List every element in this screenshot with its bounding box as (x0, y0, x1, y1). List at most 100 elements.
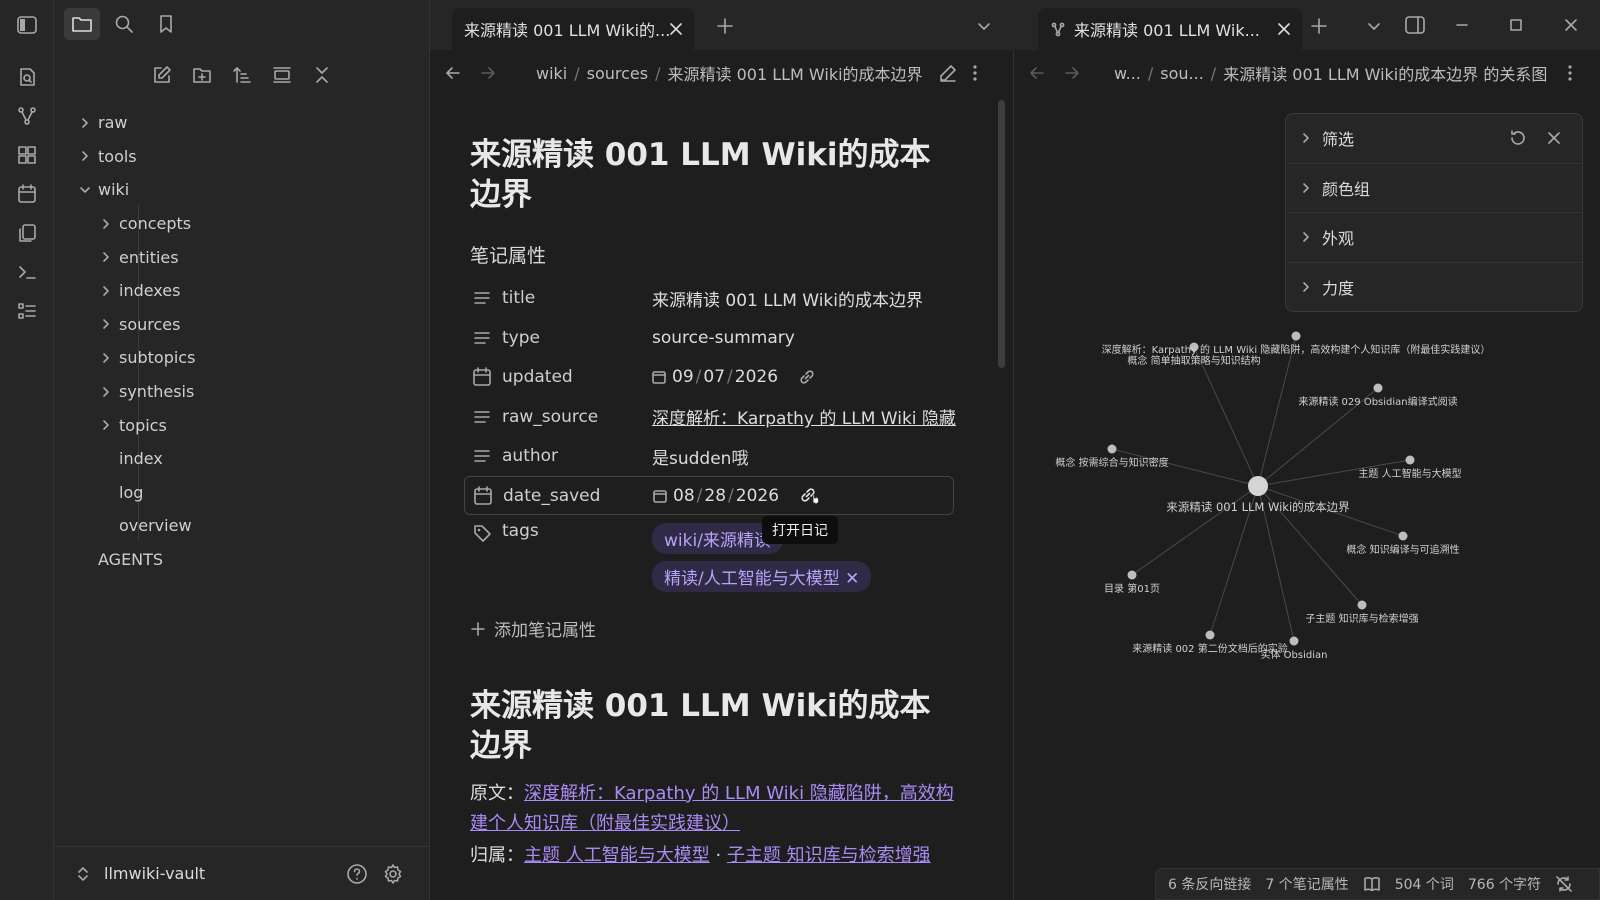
backlinks-count[interactable]: 6 条反向链接 (1168, 874, 1251, 894)
tree-item[interactable]: subtopics (54, 341, 430, 375)
tag-pill[interactable]: 精读/人工智能与大模型 ✕ (652, 561, 872, 593)
sidebar-toggle-icon[interactable] (14, 12, 40, 38)
graph-node[interactable] (1373, 383, 1383, 393)
sync-off-icon[interactable] (1555, 875, 1573, 893)
tree-item[interactable]: index (54, 442, 430, 476)
calendar-icon[interactable] (14, 181, 40, 207)
property-raw-source[interactable]: raw_source 深度解析：Karpathy 的 LLM Wiki 隐藏 (470, 397, 960, 437)
window-minimize-icon[interactable] (1449, 12, 1475, 38)
new-tab-icon[interactable] (1310, 17, 1328, 35)
link-icon[interactable] (798, 368, 816, 386)
tree-item[interactable]: tools (54, 140, 430, 174)
graph-node[interactable] (1405, 455, 1415, 465)
breadcrumb-item[interactable]: 来源精读 001 LLM Wiki的成本边界 的关系图 (1223, 61, 1547, 85)
graph-node[interactable] (1205, 630, 1215, 640)
terminal-icon[interactable] (14, 259, 40, 285)
close-icon[interactable] (1546, 130, 1562, 146)
new-folder-icon[interactable] (189, 62, 215, 88)
tab-close-icon[interactable] (1276, 21, 1292, 37)
open-daily-note-link-icon[interactable] (799, 486, 821, 506)
breadcrumb-item[interactable]: wiki (536, 64, 567, 83)
files-tab-icon[interactable] (64, 8, 100, 40)
topic-link[interactable]: 主题 人工智能与大模型 (524, 845, 710, 866)
property-date-saved[interactable]: date_saved 08/28/2026 (464, 475, 954, 516)
vault-switch-icon[interactable] (76, 865, 90, 883)
subtopic-link[interactable]: 子主题 知识库与检索增强 (727, 845, 931, 866)
property-updated[interactable]: updated 09/07/2026 (470, 357, 960, 397)
body-source-paragraph[interactable]: 原文：深度解析：Karpathy 的 LLM Wiki 隐藏陷阱，高效构建个人知… (470, 779, 960, 839)
tab-local-graph[interactable]: 来源精读 001 LLM Wik... (1038, 8, 1302, 50)
properties-count[interactable]: 7 个笔记属性 (1265, 874, 1348, 894)
tab-list-chevron-down-icon[interactable] (976, 18, 992, 34)
outline-list-icon[interactable] (14, 298, 40, 324)
reading-book-icon[interactable] (1363, 876, 1381, 892)
inline-title[interactable]: 来源精读 001 LLM Wiki的成本边界 (470, 136, 960, 215)
property-title[interactable]: title 来源精读 001 LLM Wiki的成本边界 (470, 278, 960, 318)
property-value-link[interactable]: 深度解析：Karpathy 的 LLM Wiki 隐藏 (652, 404, 956, 429)
new-tab-icon[interactable] (716, 17, 734, 35)
breadcrumb-item[interactable]: 来源精读 001 LLM Wiki的成本边界 (668, 61, 923, 85)
window-maximize-icon[interactable] (1503, 12, 1529, 38)
graph-node[interactable] (1291, 331, 1301, 341)
graph-node[interactable] (1107, 444, 1117, 454)
add-property-button[interactable]: 添加笔记属性 (470, 616, 960, 641)
breadcrumb-item[interactable]: w... (1114, 64, 1141, 83)
graph-control-filter[interactable]: 筛选 (1286, 114, 1582, 164)
search-icon[interactable] (106, 8, 142, 40)
canvas-icon[interactable] (14, 142, 40, 168)
more-options-icon[interactable] (972, 64, 978, 82)
properties-heading[interactable]: 笔记属性 (470, 241, 960, 268)
tree-item[interactable]: raw (54, 106, 430, 140)
tree-item[interactable]: overview (54, 509, 430, 543)
help-icon[interactable] (346, 863, 368, 885)
tag-remove-icon[interactable]: ✕ (845, 569, 859, 589)
property-type[interactable]: type source-summary (470, 318, 960, 358)
reset-icon[interactable] (1508, 128, 1528, 148)
tree-item[interactable]: topics (54, 408, 430, 442)
tree-item[interactable]: wiki (54, 173, 430, 207)
tree-item[interactable]: indexes (54, 274, 430, 308)
tree-item[interactable]: log (54, 476, 430, 510)
nav-forward-icon[interactable] (479, 64, 497, 82)
right-sidebar-toggle-icon[interactable] (1404, 14, 1426, 36)
collapse-all-icon[interactable] (309, 62, 335, 88)
edit-pencil-icon[interactable] (938, 63, 958, 83)
sort-icon[interactable] (229, 62, 255, 88)
tab-close-icon[interactable] (668, 21, 684, 37)
nav-forward-icon[interactable] (1063, 64, 1081, 82)
copy-files-icon[interactable] (14, 220, 40, 246)
property-value-date[interactable]: 08/28/2026 (653, 486, 821, 506)
breadcrumb-item[interactable]: sou... (1160, 64, 1204, 83)
quick-switcher-icon[interactable] (14, 64, 40, 90)
breadcrumb-item[interactable]: sources (587, 64, 648, 83)
tree-item[interactable]: entities (54, 240, 430, 274)
vault-switcher[interactable]: llmwiki-vault (54, 846, 430, 900)
tab-list-chevron-down-icon[interactable] (1366, 18, 1382, 34)
graph-view-icon[interactable] (14, 103, 40, 129)
body-heading[interactable]: 来源精读 001 LLM Wiki的成本边界 (470, 687, 960, 766)
graph-node[interactable] (1289, 636, 1299, 646)
tree-item[interactable]: AGENTS (54, 543, 430, 577)
settings-gear-icon[interactable] (382, 863, 404, 885)
property-value[interactable]: 是sudden哦 (652, 444, 748, 469)
graph-node[interactable] (1127, 570, 1137, 580)
tree-item[interactable]: synthesis (54, 375, 430, 409)
bookmark-icon[interactable] (148, 8, 184, 40)
tree-item[interactable]: concepts (54, 207, 430, 241)
graph-node[interactable] (1357, 600, 1367, 610)
tree-item[interactable]: sources (54, 308, 430, 342)
nav-back-icon[interactable] (444, 64, 462, 82)
graph-control-groups[interactable]: 颜色组 (1286, 164, 1582, 213)
body-belongs-paragraph[interactable]: 归属：主题 人工智能与大模型 · 子主题 知识库与检索增强 (470, 841, 960, 871)
editor-scrollbar[interactable] (998, 100, 1005, 368)
auto-reveal-icon[interactable] (269, 62, 295, 88)
property-tags[interactable]: tags wiki/来源精读 精读/人工智能与大模型 ✕ (470, 515, 960, 596)
more-options-icon[interactable] (1567, 64, 1573, 82)
property-value[interactable]: 来源精读 001 LLM Wiki的成本边界 (652, 286, 923, 311)
source-link[interactable]: 深度解析：Karpathy 的 LLM Wiki 隐藏陷阱，高效构建个人知识库（… (470, 783, 954, 834)
new-note-icon[interactable] (149, 62, 175, 88)
tab-note[interactable]: 来源精读 001 LLM Wiki的... (452, 8, 694, 50)
property-author[interactable]: author 是sudden哦 (470, 436, 960, 476)
graph-control-forces[interactable]: 力度 (1286, 263, 1582, 313)
graph-node[interactable] (1398, 531, 1408, 541)
